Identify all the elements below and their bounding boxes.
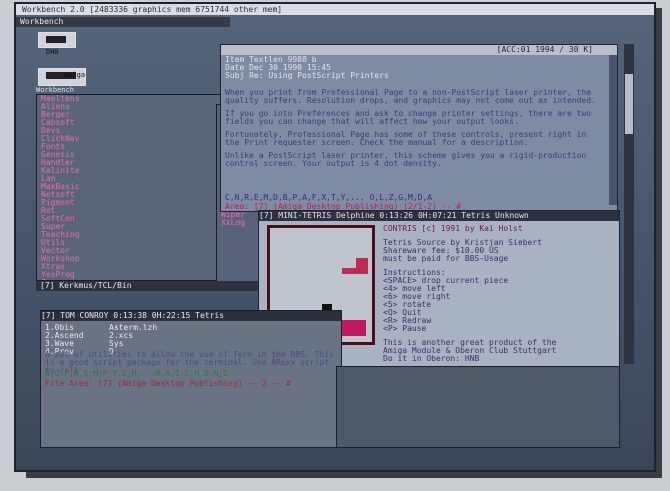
drawer-list-item[interactable]: Vector (37, 247, 227, 255)
message-scrollbar[interactable] (609, 55, 617, 205)
drawer-list-item[interactable]: Pigment (37, 199, 227, 207)
file-list-item[interactable]: 3.Wave (45, 340, 84, 348)
drawer-list-item[interactable]: Cabsoft (37, 119, 227, 127)
message-paragraph: Fortunately, Professional Page has some … (225, 130, 587, 147)
drawer-list-item[interactable]: Maeltens (37, 95, 227, 103)
drive-icon-dh0[interactable] (38, 32, 76, 48)
drawer-list-item[interactable]: Rot (37, 207, 227, 215)
drawer-list-item[interactable]: Utils (37, 239, 227, 247)
drawer-list-item[interactable]: Kalinite (37, 167, 227, 175)
drawer-list-item[interactable]: Aliens (37, 103, 227, 111)
message-paragraph: Unlike a PostScript laser printer, this … (225, 151, 587, 168)
tetris-piece-magenta-top-stub (356, 258, 368, 268)
screen-title-bar: Workbench 2.0 [2483336 graphics mem 6751… (16, 4, 654, 15)
tetris-stack-magenta-right (340, 320, 366, 336)
drawer-listing-window[interactable]: Maeltens Aliens Berger Cabsoft Devs ClickNav F… (36, 94, 228, 281)
drawer-list-item[interactable]: Fonts (37, 143, 227, 151)
drawer-list-item[interactable]: ClickNav (37, 135, 227, 143)
drawer-list-item[interactable]: SoftCon (37, 215, 227, 223)
drawer-list-item[interactable]: Teaching (37, 231, 227, 239)
screen-scrollbar[interactable] (624, 44, 634, 364)
background-window (336, 366, 620, 448)
drawer-list-item[interactable]: Workshop (37, 255, 227, 263)
drawer-list-item[interactable]: YesProg (37, 271, 227, 279)
bbs-message-window[interactable]: [ACC:01 1994 / 30 K] Item Textlen 9988 b… (220, 44, 618, 212)
message-header: Item Textlen 9988 b Date Dec 30 1990 15:… (225, 56, 389, 80)
message-paragraph: If you go into Preferences and ask to ch… (225, 109, 592, 126)
file-area-shortcuts[interactable]: N,O,F,R,S,M,P,Y,C,H,...R,A,I,L,H,U,N,D (45, 369, 228, 378)
tetris-piece-magenta-top (342, 268, 368, 274)
instruction-line: Do it in Oberon: HNB (383, 354, 480, 363)
game-header: CONTRIS [c] 1991 by Kai Holst (383, 224, 523, 233)
drawer-list-item[interactable]: Genesis (37, 151, 227, 159)
instruction-line: must be paid for BBS-Usage (383, 254, 509, 263)
workbench-window-title[interactable]: Workbench (16, 17, 230, 27)
drawer-list-item[interactable]: Handler (37, 159, 227, 167)
drawer-list-item[interactable]: Netsoft (37, 191, 227, 199)
message-paragraph: When you print from Professional Page to… (225, 88, 596, 105)
drawer-list-item[interactable]: Super (37, 223, 227, 231)
message-header-subject: Subj Re: Using PostScript Printers (225, 71, 389, 80)
file-list-item[interactable]: 1.0bis (45, 324, 84, 332)
file-area-titlebar[interactable]: [7] TOM CONROY 0:13:38 0H:22:15 Tetris (41, 311, 341, 321)
file-list-item[interactable]: Sys (109, 340, 157, 348)
device-label-workbench: Workbench (36, 86, 74, 94)
device-label-amiga: Amiga (64, 71, 86, 79)
file-area-window[interactable]: [7] TOM CONROY 0:13:38 0H:22:15 Tetris 1… (40, 310, 342, 448)
path-bar: [7] Kerkmus/TCL/Bin (36, 281, 288, 291)
command-shortcuts[interactable]: C,N,R,E,M,D,B,P,A,F,X,T,Y,... O,L,Z,G,M,… (225, 193, 432, 202)
file-area-status: File Area: [7] (Amiga Desktop Publishing… (45, 379, 291, 388)
drawer-list-item[interactable]: MaxBasic (37, 183, 227, 191)
file-list-item[interactable]: 2.Ascend (45, 332, 84, 340)
message-window-titlebar[interactable]: [ACC:01 1994 / 30 K] (221, 45, 617, 55)
drawer-list-item[interactable]: Berger (37, 111, 227, 119)
file-list-item[interactable]: Asterm.lzh (109, 324, 157, 332)
drawer-list-item[interactable]: Xtras (37, 263, 227, 271)
message-body: When you print from Professional Page to… (225, 89, 605, 173)
scrollbar-knob[interactable] (625, 74, 633, 134)
amiga-screen: Workbench 2.0 [2483336 graphics mem 6751… (14, 2, 656, 472)
file-list-item[interactable]: 2.xcs (109, 332, 157, 340)
device-label-dh0: DH0 (46, 48, 59, 56)
instruction-line: <P> Pause (383, 324, 427, 333)
drawer-list-item[interactable]: Devs (37, 127, 227, 135)
game-instructions: CONTRIS [c] 1991 by Kai Holst Tetris Sou… (383, 225, 613, 363)
drawer-list-item[interactable]: Lan (37, 175, 227, 183)
game-window-titlebar[interactable]: [7] MINI-TETRIS Delphine 0:13:26 0H:07:2… (259, 211, 619, 221)
